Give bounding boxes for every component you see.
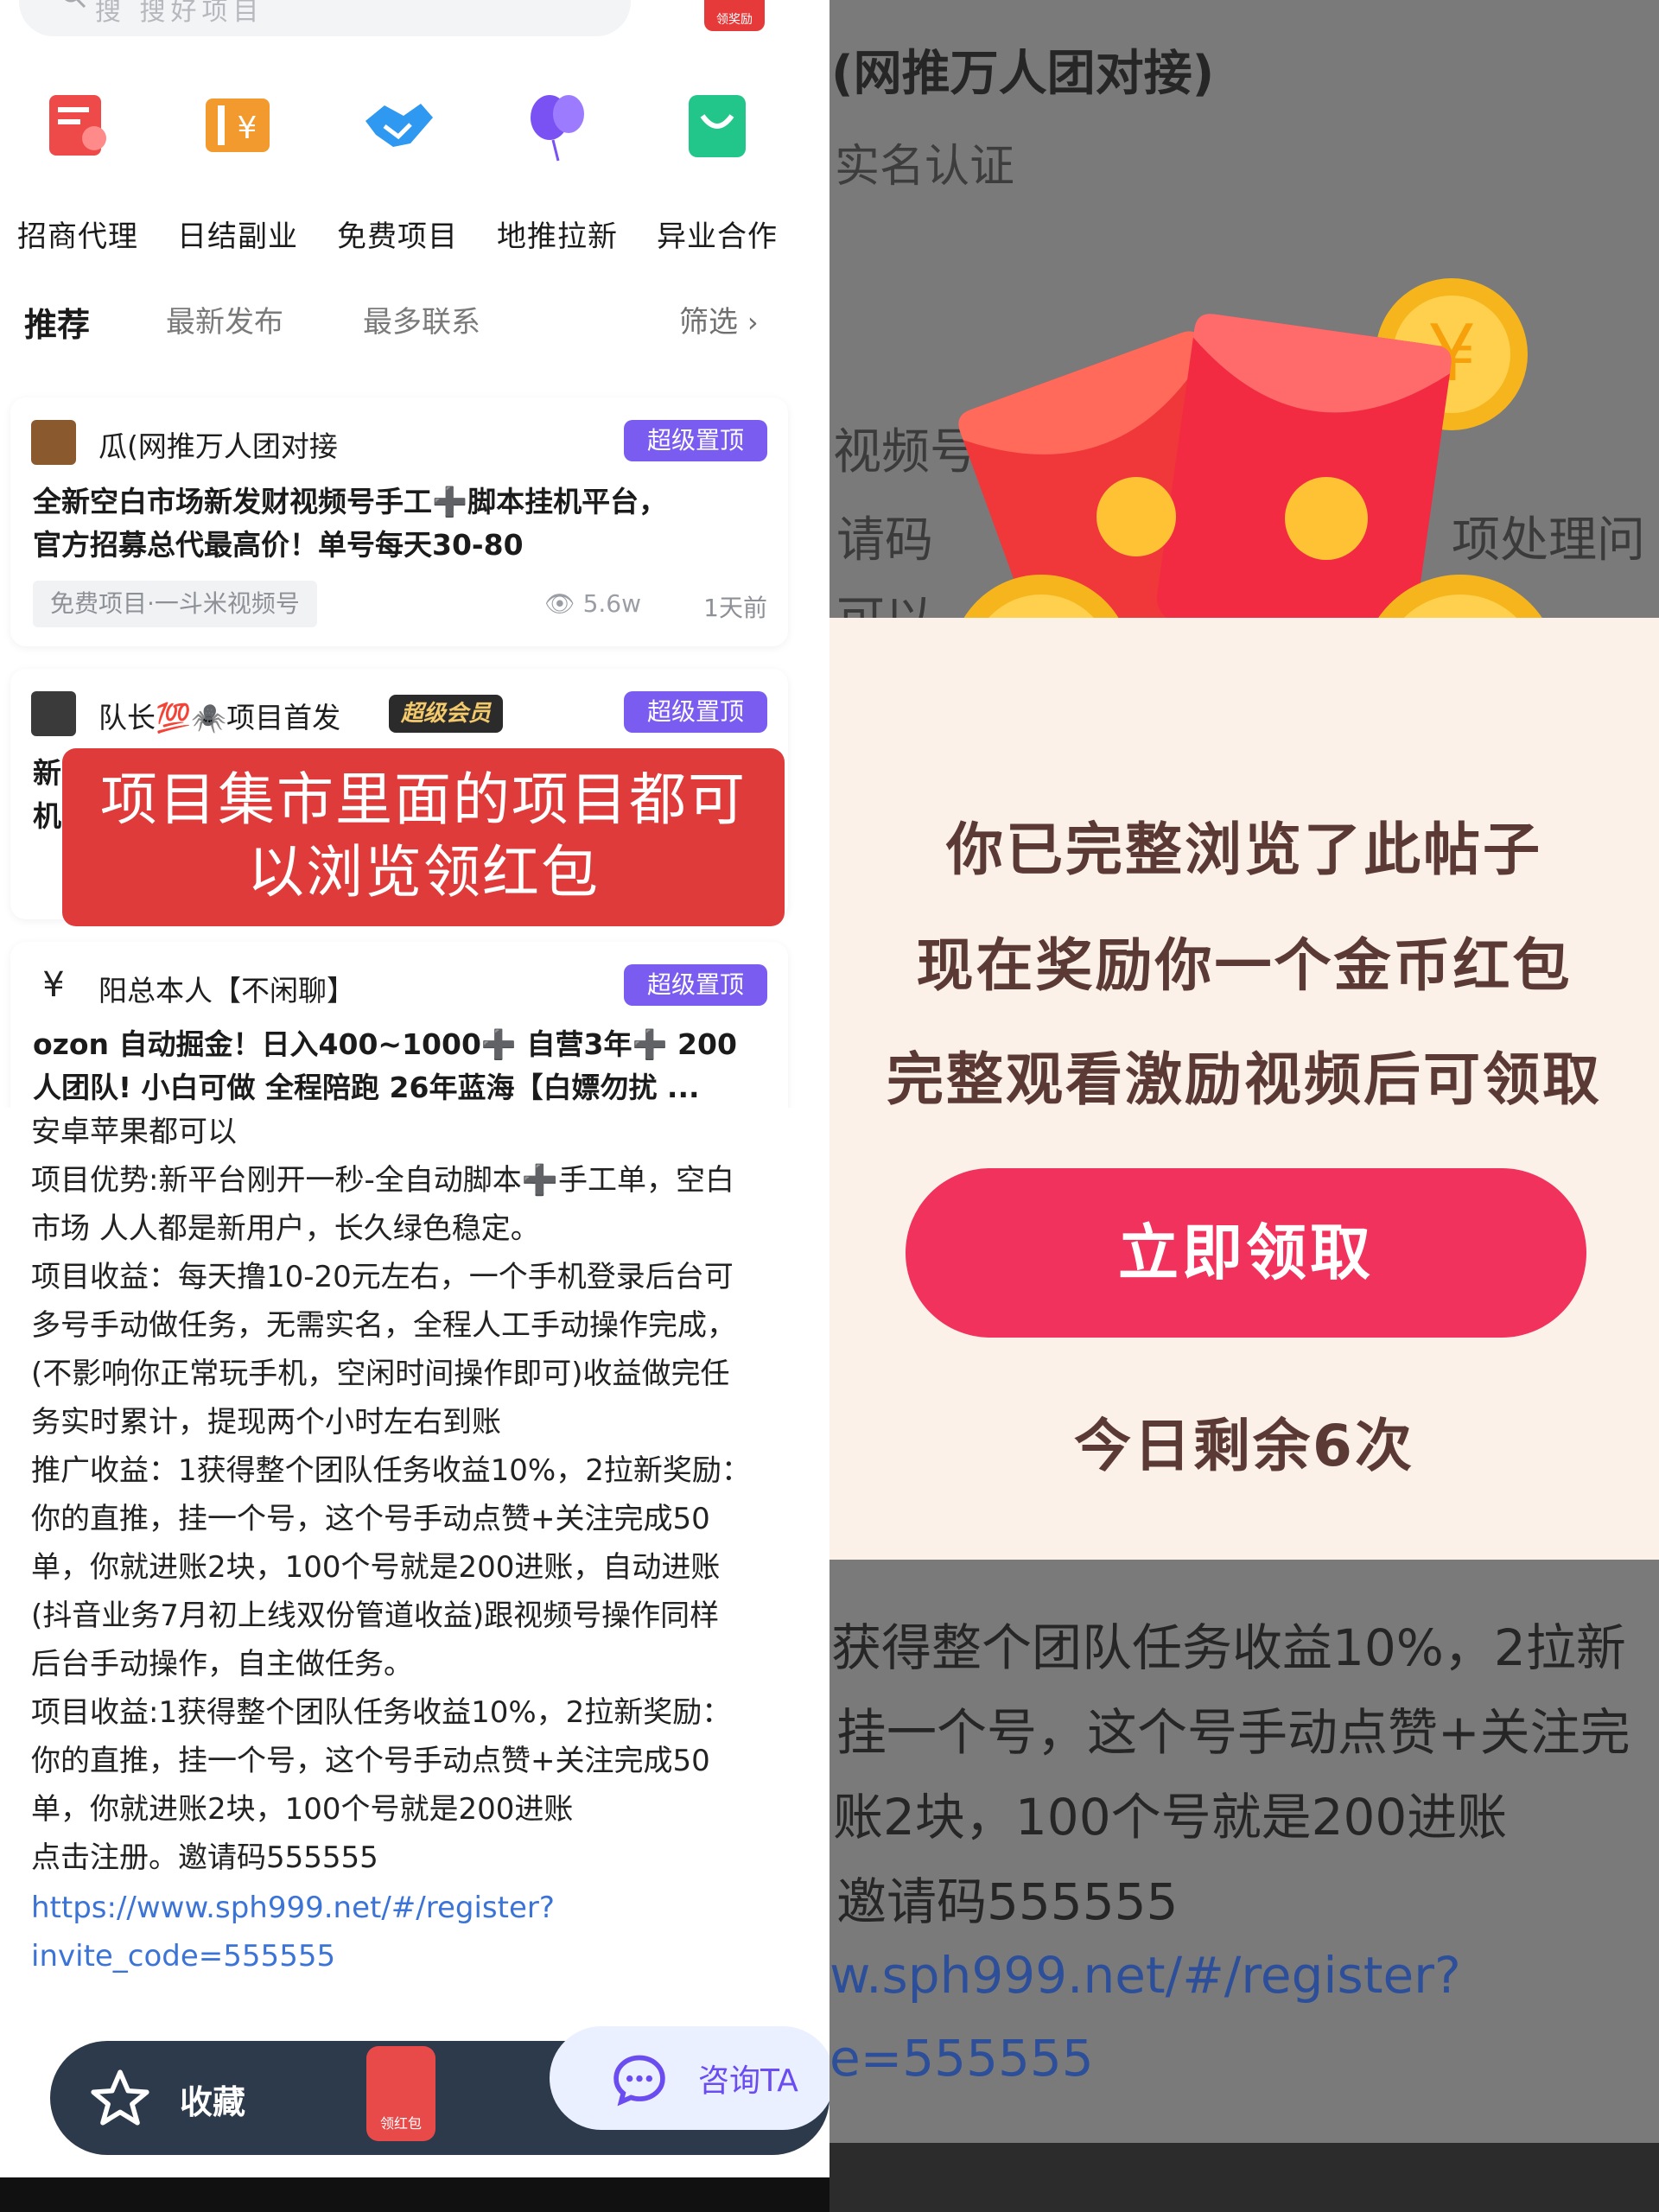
description-line: 点击注册。邀请码555555	[31, 1840, 378, 1875]
tab-recommend[interactable]: 推荐	[24, 298, 90, 346]
filter-label: 筛选	[679, 305, 738, 340]
bg-line: 获得整个团队任务收益10%，2拉新	[831, 1618, 1626, 1677]
star-icon[interactable]	[88, 2067, 152, 2131]
register-link[interactable]: https://www.sph999.net/#/register?	[31, 1891, 555, 1925]
search-icon	[65, 0, 86, 9]
bg-link: w.sph999.net/#/register?	[830, 1946, 1461, 2005]
bg-heading: (网推万人团对接)	[831, 46, 1215, 102]
popup-message: 完整观看激励视频后可领取	[887, 1046, 1602, 1113]
red-packet-icon[interactable]: 领红包	[366, 2046, 435, 2141]
claim-now-button[interactable]: 立即领取	[906, 1168, 1586, 1338]
popup-message: 现在奖励你一个金币红包	[916, 932, 1573, 999]
view-count-value: 5.6w	[582, 589, 641, 618]
reward-popup-screen: (网推万人团对接) 实名认证 视频号 请码 项处理问 可以 ¥ ¥ ¥ 你已完整…	[830, 0, 1659, 2212]
register-link[interactable]: invite_code=555555	[31, 1939, 335, 1974]
handshake-icon	[365, 104, 433, 147]
bg-link: e=555555	[830, 2029, 1094, 2088]
description-line: 你的直推，挂一个号，这个号手动点赞+关注完成50	[31, 1744, 710, 1778]
post-title-line: ozon 自动掘金！日入400~1000➕ 自营3年➕ 200	[33, 1027, 737, 1061]
category-ground-push[interactable]: 地推拉新	[484, 86, 631, 255]
post-card[interactable]: ¥ 阳总本人【不闲聊】 超级置顶 ozon 自动掘金！日入400~1000➕ 自…	[10, 942, 788, 1123]
description-line: 项目优势:新平台刚开一秒-全自动脚本➕手工单，空白	[31, 1163, 735, 1198]
favorite-label[interactable]: 收藏	[180, 2075, 245, 2123]
category-label: 日结副业	[177, 219, 298, 254]
avatar: ¥	[31, 963, 76, 1007]
post-title-line: 官方招募总代最高价！单号每天30-80	[33, 528, 524, 562]
description-line: 推广收益：1获得整个团队任务收益10%，2拉新奖励：	[31, 1453, 751, 1488]
super-pin-badge: 超级置顶	[624, 420, 767, 461]
tab-latest[interactable]: 最新发布	[166, 298, 283, 340]
search-placeholder: 搜 搜好项目	[95, 0, 264, 27]
bg-line: 挂一个号，这个号手动点赞+关注完	[836, 1703, 1630, 1762]
eye-icon: 👁	[544, 589, 575, 618]
category-label: 异业合作	[657, 219, 778, 254]
merchant-agent-icon	[49, 95, 106, 156]
description-line: 后台手动操作，自主做任务。	[31, 1647, 413, 1681]
promo-caption-banner: 项目集市里面的项目都可 以浏览领红包	[62, 748, 785, 926]
super-vip-badge: 超级会员	[389, 695, 504, 733]
description-line: 安卓苹果都可以	[31, 1115, 237, 1149]
post-card[interactable]: 瓜(网推万人团对接 超级置顶 全新空白市场新发财视频号手工➕脚本挂机平台， 官方…	[10, 397, 788, 646]
popup-message: 你已完整浏览了此帖子	[946, 817, 1542, 883]
post-feed-panel: 搜 搜好项目 领奖励 招商代理 ¥ 日结副业 免费项目 地推拉新 异业合作 推荐…	[0, 0, 830, 2212]
post-time: 1天前	[703, 594, 767, 622]
avatar	[31, 420, 76, 465]
description-line: 市场 人人都是新用户，长久绿色稳定。	[31, 1211, 540, 1246]
description-line: (不影响你正常玩手机，空闲时间操作即可)收益做完任	[31, 1357, 730, 1391]
category-cross-industry[interactable]: 异业合作	[644, 86, 791, 255]
description-line: 单，你就进账2块，100个号就是200进账	[31, 1792, 574, 1827]
bg-line: 邀请码555555	[836, 1872, 1179, 1931]
bg-line: 账2块，100个号就是200进账	[833, 1788, 1508, 1847]
author-name: 阳总本人【不闲聊】	[99, 974, 355, 1007]
description-line: 务实时累计，提现两个小时左右到账	[31, 1405, 501, 1440]
filter-button[interactable]: 筛选 ›	[679, 298, 759, 340]
description-line: 项目收益:1获得整个团队任务收益10%，2拉新奖励：	[31, 1695, 732, 1730]
sort-tabs: 推荐 最新发布 最多联系 筛选 ›	[0, 298, 830, 359]
bg-bottom-bar	[830, 2143, 1659, 2212]
chat-bubble-icon	[613, 2055, 665, 2107]
category-free-project[interactable]: 免费项目	[324, 86, 471, 255]
consult-label: 咨询TA	[698, 2063, 798, 2099]
view-count: 👁 5.6w	[544, 589, 641, 618]
banner-line: 项目集市里面的项目都可	[100, 766, 747, 833]
category-merchant-agent[interactable]: 招商代理	[4, 86, 151, 255]
super-pin-badge: 超级置顶	[624, 691, 767, 733]
remaining-count: 今日剩余6次	[1074, 1413, 1414, 1479]
category-daily-pay[interactable]: ¥ 日结副业	[164, 86, 311, 255]
description-line: 单，你就进账2块，100个号就是200进账，自动进账	[31, 1550, 721, 1585]
description-line: 项目收益：每天撸10-20元左右，一个手机登录后台可	[31, 1260, 734, 1294]
post-tag[interactable]: 免费项目·一斗米视频号	[33, 581, 317, 627]
bg-verify-label: 实名认证	[835, 141, 1015, 193]
post-description: 安卓苹果都可以 项目优势:新平台刚开一秒-全自动脚本➕手工单，空白 市场 人人都…	[0, 1108, 830, 1998]
reward-badge[interactable]: 领奖励	[704, 0, 765, 31]
description-line: 你的直推，挂一个号，这个号手动点赞+关注完成50	[31, 1502, 710, 1536]
author-name: 瓜(网推万人团对接	[99, 429, 338, 463]
post-title-line: 人团队! 小白可做 全程陪跑 26年蓝海【白嫖勿扰 ...	[33, 1071, 700, 1104]
system-nav-bar	[0, 2177, 830, 2212]
description-line: (抖音业务7月初上线双份管道收益)跟视频号操作同样	[31, 1599, 720, 1633]
description-line: 多号手动做任务，无需实名，全程人工手动操作完成，	[31, 1308, 736, 1343]
avatar	[31, 691, 76, 736]
shopping-bag-icon	[689, 95, 746, 157]
author-name: 队长💯🕷️项目首发	[99, 701, 341, 734]
daily-pay-icon: ¥	[206, 99, 270, 152]
category-label: 免费项目	[337, 219, 458, 254]
consult-button[interactable]: 咨询TA	[550, 2026, 830, 2130]
category-label: 招商代理	[17, 219, 138, 254]
banner-line: 以浏览领红包	[247, 839, 600, 906]
tab-most-contact[interactable]: 最多联系	[363, 298, 480, 340]
super-pin-badge: 超级置顶	[624, 964, 767, 1006]
category-label: 地推拉新	[497, 219, 618, 254]
chevron-right-icon: ›	[747, 306, 759, 339]
svg-text:¥: ¥	[238, 111, 257, 146]
post-title-line: 全新空白市场新发财视频号手工➕脚本挂机平台，	[33, 485, 668, 518]
balloon-icon	[531, 95, 584, 162]
